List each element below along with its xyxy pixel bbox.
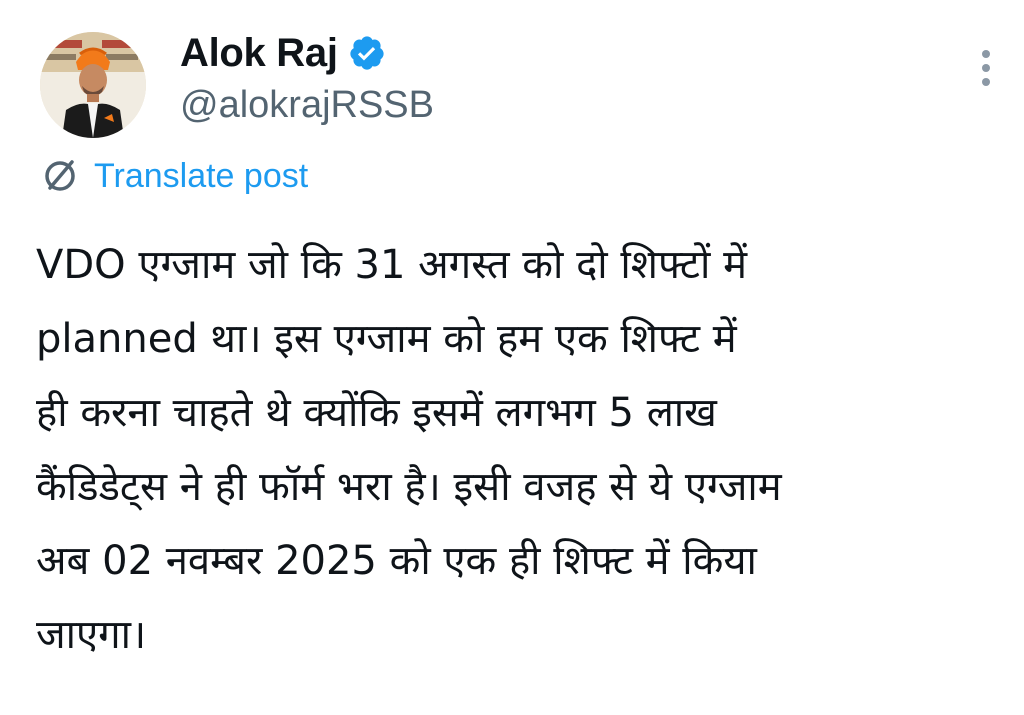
author-display-name[interactable]: Alok Raj: [180, 31, 338, 76]
author-name-row: Alok Raj: [180, 28, 386, 78]
post-text-line: VDO एग्जाम जो कि 31 अगस्त को दो शिफ्टों …: [36, 242, 748, 288]
avatar[interactable]: [40, 32, 146, 138]
translate-post-link[interactable]: Translate post: [40, 156, 308, 196]
post-text-line: जाएगा।: [36, 612, 147, 658]
post-text-line: planned था। इस एग्जाम को हम एक शिफ्ट में: [36, 316, 737, 362]
post-text-line: कैंडिडेट्स ने ही फॉर्म भरा है। इसी वजह स…: [36, 464, 782, 510]
translate-post-label: Translate post: [94, 156, 309, 195]
translate-globe-icon: [40, 156, 80, 196]
post-body: VDO एग्जाम जो कि 31 अगस्त को दो शिफ्टों …: [36, 228, 996, 672]
post-text-line: अब 02 नवम्बर 2025 को एक ही शिफ्ट में किय…: [36, 538, 757, 584]
verified-badge-icon: [348, 34, 386, 72]
avatar-image: [40, 32, 146, 138]
post-text-line: ही करना चाहते थे क्योंकि इसमें लगभग 5 ला…: [36, 390, 717, 436]
more-options-button[interactable]: [972, 44, 1000, 94]
more-vertical-icon: [982, 50, 990, 86]
author-handle[interactable]: @alokrajRSSB: [180, 84, 434, 127]
post-card: Alok Raj @alokrajRSSB Translate post VDO…: [0, 0, 1024, 715]
